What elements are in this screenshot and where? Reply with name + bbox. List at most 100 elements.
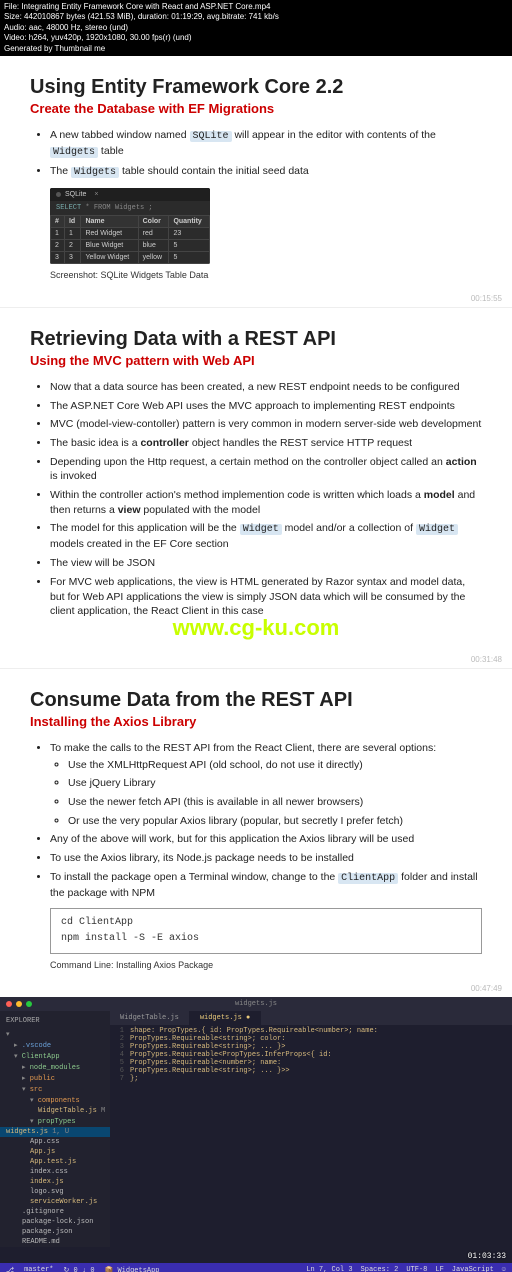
- status-language[interactable]: JavaScript: [452, 1266, 494, 1272]
- sidebar-item[interactable]: propTypes: [6, 1116, 104, 1127]
- dot-icon: [56, 192, 61, 197]
- sqlite-query: SELECT * FROM Widgets ;: [50, 201, 210, 215]
- slide-ef-core: Using Entity Framework Core 2.2 Create t…: [0, 56, 512, 290]
- vscode-editor[interactable]: WidgetTable.js widgets.js ● 1shape: Prop…: [110, 1011, 512, 1247]
- sidebar-item[interactable]: serviceWorker.js: [6, 1197, 104, 1207]
- table-row: 33Yellow Widgetyellow5: [51, 251, 210, 263]
- maximize-icon[interactable]: [26, 1001, 32, 1007]
- list-item: The model for this application will be t…: [50, 521, 482, 552]
- command-line-box: cd ClientApp npm install -S -E axios: [50, 908, 482, 954]
- sidebar-item[interactable]: index.css: [6, 1167, 104, 1177]
- sidebar-item[interactable]: App.test.js: [6, 1157, 104, 1167]
- tab-widgets[interactable]: widgets.js ●: [190, 1011, 261, 1025]
- sidebar-item[interactable]: README.md: [6, 1237, 104, 1247]
- feedback-icon[interactable]: ☺: [502, 1266, 506, 1272]
- sidebar-item[interactable]: package.json: [6, 1227, 104, 1237]
- tab-widgettable[interactable]: WidgetTable.js: [110, 1011, 190, 1025]
- list-item: For MVC web applications, the view is HT…: [50, 575, 482, 619]
- sidebar-item[interactable]: package-lock.json: [6, 1217, 104, 1227]
- sidebar-item[interactable]: .gitignore: [6, 1207, 104, 1217]
- status-app[interactable]: 📦 WidgetsApp: [105, 1266, 160, 1272]
- sqlite-tab-label: SQLite: [65, 191, 86, 198]
- status-spaces[interactable]: Spaces: 2: [361, 1266, 399, 1272]
- list-item: Or use the very popular Axios library (p…: [68, 814, 482, 829]
- list-item: Depending upon the Http request, a certa…: [50, 455, 482, 484]
- sidebar-item[interactable]: .vscode: [6, 1040, 104, 1051]
- meta-size: Size: 442010867 bytes (421.53 MiB), dura…: [4, 12, 508, 22]
- timestamp-2: 00:31:48: [0, 651, 512, 668]
- meta-audio: Audio: aac, 48000 Hz, stereo (und): [4, 23, 508, 33]
- timestamp-3: 00:47:49: [0, 980, 512, 997]
- list-item: Use the newer fetch API (this is availab…: [68, 795, 482, 810]
- meta-generator: Generated by Thumbnail me: [4, 44, 508, 54]
- status-position[interactable]: Ln 7, Col 3: [306, 1266, 352, 1272]
- slide1-bullet1: A new tabbed window named SQLite will ap…: [50, 128, 482, 160]
- chip-clientapp: ClientApp: [338, 873, 398, 884]
- vscode-screenshot: widgets.js EXPLORER .vscode ClientApp no…: [0, 997, 512, 1272]
- vscode-statusbar: ⎇ master* ↻ 0 ↓ 0 📦 WidgetsApp Ln 7, Col…: [0, 1263, 512, 1272]
- slide1-subtitle: Create the Database with EF Migrations: [30, 101, 482, 116]
- list-item: The view will be JSON: [50, 556, 482, 571]
- table-header: #IdNameColorQuantity: [51, 215, 210, 227]
- chip-widget2: Widget: [416, 524, 458, 535]
- explorer-label: EXPLORER: [6, 1017, 104, 1025]
- minimize-icon[interactable]: [16, 1001, 22, 1007]
- cmd-line: npm install -S -E axios: [61, 931, 471, 947]
- sidebar-item[interactable]: [6, 1029, 104, 1040]
- table-row: 11Red Widgetred23: [51, 227, 210, 239]
- timestamp-4: 01:03:33: [468, 1252, 506, 1261]
- sidebar-item[interactable]: logo.svg: [6, 1187, 104, 1197]
- slide-rest-api: Retrieving Data with a REST API Using th…: [0, 308, 512, 651]
- chip-widgets: Widgets: [50, 147, 98, 158]
- slide3-title: Consume Data from the REST API: [30, 689, 482, 712]
- git-branch-icon[interactable]: ⎇: [6, 1266, 14, 1272]
- chip-widget: Widget: [240, 524, 282, 535]
- list-item: The ASP.NET Core Web API uses the MVC ap…: [50, 399, 482, 414]
- list-item: Use the XMLHttpRequest API (old school, …: [68, 758, 482, 773]
- vscode-title: widgets.js: [235, 1000, 277, 1008]
- sidebar-item[interactable]: src: [6, 1084, 104, 1095]
- list-item: MVC (model-view-contoller) pattern is ve…: [50, 417, 482, 432]
- chip-sqlite: SQLite: [190, 131, 232, 142]
- sidebar-item[interactable]: node_modules: [6, 1062, 104, 1073]
- sqlite-table: #IdNameColorQuantity 11Red Widgetred23 2…: [50, 215, 210, 264]
- slide3-subtitle: Installing the Axios Library: [30, 714, 482, 729]
- status-encoding[interactable]: UTF-8: [406, 1266, 427, 1272]
- editor-tabs: WidgetTable.js widgets.js ●: [110, 1011, 512, 1025]
- sidebar-item[interactable]: components: [6, 1095, 104, 1106]
- window-controls[interactable]: [6, 1001, 32, 1007]
- cmd-line: cd ClientApp: [61, 915, 471, 931]
- sidebar-item[interactable]: index.js: [6, 1177, 104, 1187]
- chip-widgets2: Widgets: [71, 167, 119, 178]
- status-sync[interactable]: ↻ 0 ↓ 0: [63, 1266, 94, 1272]
- list-item: To use the Axios library, its Node.js pa…: [50, 851, 482, 866]
- list-item: The basic idea is a controller object ha…: [50, 436, 482, 451]
- vscode-explorer[interactable]: EXPLORER .vscode ClientApp node_modules …: [0, 1011, 110, 1247]
- status-eol[interactable]: LF: [435, 1266, 443, 1272]
- slide2-title: Retrieving Data with a REST API: [30, 328, 482, 351]
- cmd-caption: Command Line: Installing Axios Package: [50, 960, 482, 970]
- sidebar-item[interactable]: App.css: [6, 1137, 104, 1147]
- sidebar-item[interactable]: public: [6, 1073, 104, 1084]
- code-area[interactable]: 1shape: PropTypes.{ id: PropTypes.Requir…: [110, 1025, 512, 1087]
- screenshot-caption: Screenshot: SQLite Widgets Table Data: [50, 270, 482, 280]
- sidebar-item-active[interactable]: widgets.js 1, U: [0, 1127, 110, 1137]
- slide1-bullet2: The Widgets table should contain the ini…: [50, 164, 482, 180]
- slide1-title: Using Entity Framework Core 2.2: [30, 76, 482, 99]
- sqlite-screenshot: SQLite × SELECT * FROM Widgets ; #IdName…: [50, 188, 210, 264]
- list-item: Now that a data source has been created,…: [50, 380, 482, 395]
- video-metadata: File: Integrating Entity Framework Core …: [0, 0, 512, 56]
- sqlite-tab: SQLite ×: [50, 188, 210, 201]
- list-item: To make the calls to the REST API from t…: [50, 741, 482, 828]
- meta-file: File: Integrating Entity Framework Core …: [4, 2, 508, 12]
- slide2-subtitle: Using the MVC pattern with Web API: [30, 353, 482, 368]
- sidebar-item[interactable]: App.js: [6, 1147, 104, 1157]
- list-item: Use jQuery Library: [68, 776, 482, 791]
- close-icon[interactable]: [6, 1001, 12, 1007]
- vscode-titlebar: widgets.js: [0, 997, 512, 1011]
- status-branch[interactable]: master*: [24, 1266, 53, 1272]
- meta-video: Video: h264, yuv420p, 1920x1080, 30.00 f…: [4, 33, 508, 43]
- sidebar-item[interactable]: WidgetTable.js M: [6, 1106, 104, 1116]
- sidebar-item[interactable]: ClientApp: [6, 1051, 104, 1062]
- close-icon: ×: [94, 191, 98, 198]
